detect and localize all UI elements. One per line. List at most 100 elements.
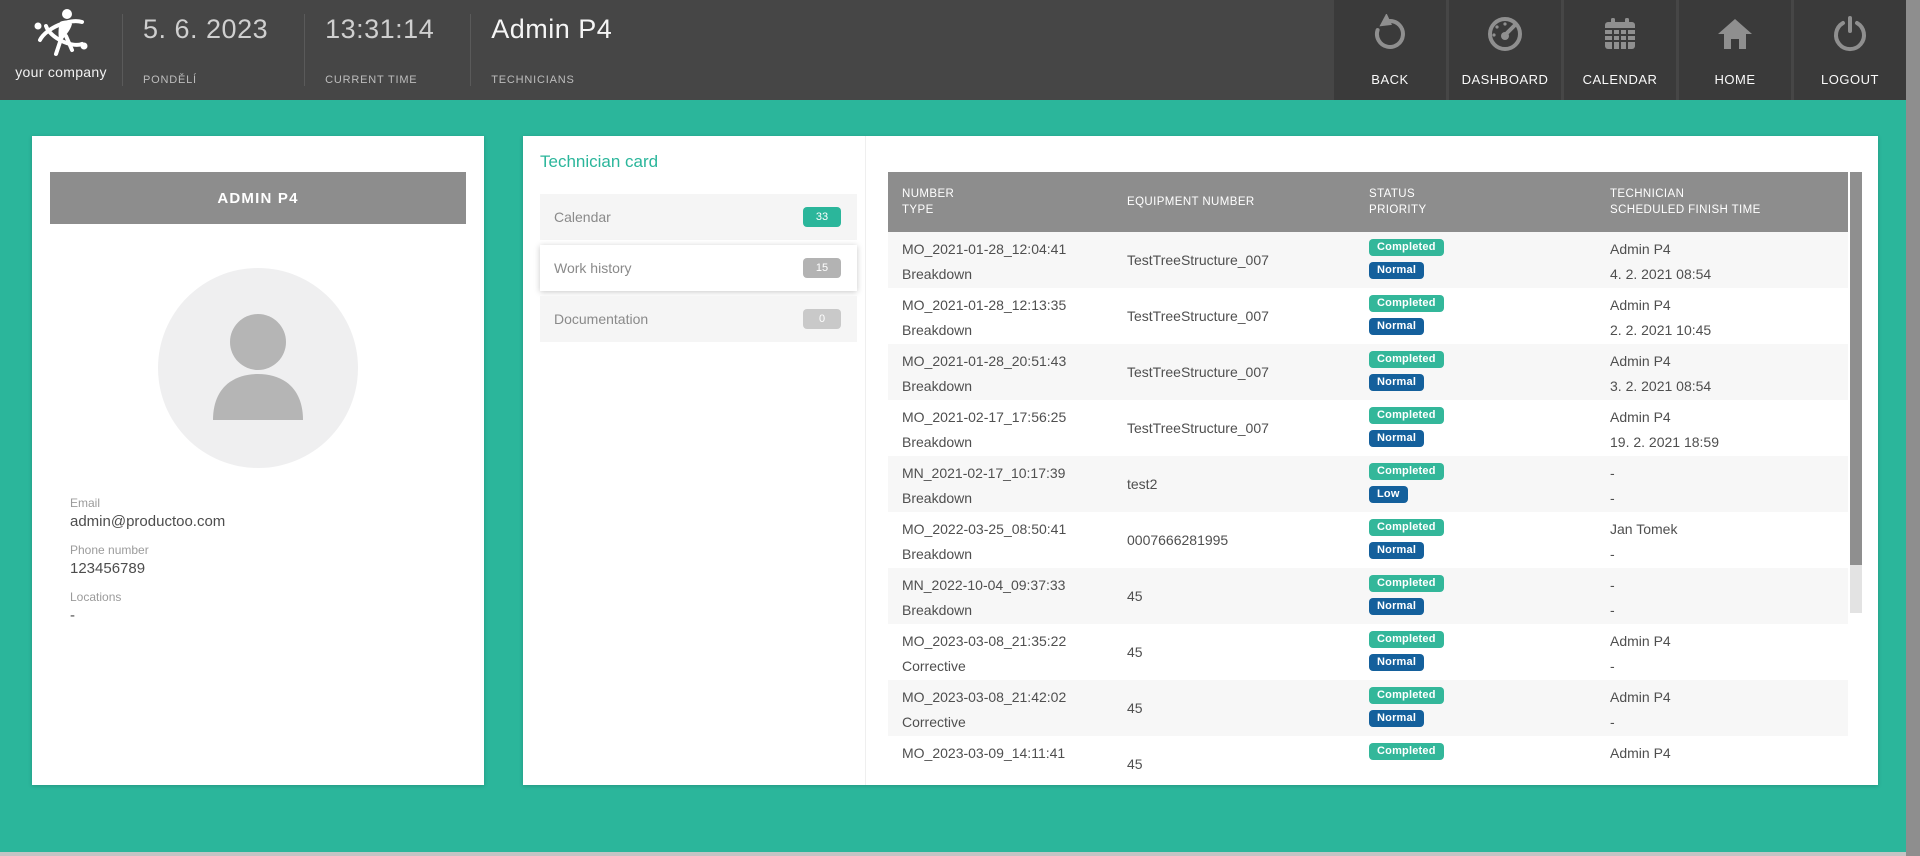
status-badge: Completed	[1369, 743, 1444, 760]
work-order-type: Breakdown	[902, 545, 1113, 564]
number-type-cell: MN_2021-02-17_10:17:39 Breakdown	[888, 456, 1113, 512]
technician-name: Admin P4	[1610, 240, 1848, 259]
status-priority-cell: Completed Normal	[1355, 512, 1596, 568]
scheduled-finish-time: -	[1610, 657, 1848, 676]
nav-item-calendar[interactable]: Calendar 33	[540, 194, 857, 240]
table-row[interactable]: MN_2022-10-04_09:37:33 Breakdown 45 Comp…	[888, 568, 1848, 624]
table-header-row: NUMBER TYPE EQUIPMENT NUMBER STATUS PRIO…	[888, 172, 1848, 232]
technician-finish-cell: - -	[1596, 568, 1848, 624]
number-type-cell: MO_2023-03-09_14:11:41	[888, 736, 1113, 785]
table-row[interactable]: MO_2021-01-28_12:04:41 Breakdown TestTre…	[888, 232, 1848, 288]
back-button-label: BACK	[1371, 72, 1408, 87]
work-order-number: MO_2021-01-28_12:04:41	[902, 240, 1113, 259]
status-priority-cell: Completed Normal	[1355, 400, 1596, 456]
work-order-number: MO_2022-03-25_08:50:41	[902, 520, 1113, 539]
dashboard-button-label: DASHBOARD	[1462, 72, 1549, 87]
equipment-number-cell: 45	[1113, 568, 1355, 624]
table-row[interactable]: MO_2023-03-08_21:42:02 Corrective 45 Com…	[888, 680, 1848, 736]
home-button[interactable]: HOME	[1679, 0, 1791, 100]
scheduled-finish-time: -	[1610, 601, 1848, 620]
time-block: 13:31:14 CURRENT TIME	[305, 0, 470, 100]
equipment-number-cell: TestTreeStructure_007	[1113, 232, 1355, 288]
nav-item-documentation[interactable]: Documentation 0	[540, 296, 857, 342]
column-header-line: SCHEDULED FINISH TIME	[1610, 204, 1848, 216]
table-scrollbar-thumb[interactable]	[1850, 172, 1862, 565]
work-order-number: MO_2023-03-09_14:11:41	[902, 744, 1113, 763]
dashboard-button[interactable]: DASHBOARD	[1449, 0, 1561, 100]
phone-label: Phone number	[70, 543, 484, 557]
calendar-button-label: CALENDAR	[1583, 72, 1658, 87]
status-badge: Completed	[1369, 463, 1444, 480]
technician-name: Jan Tomek	[1610, 520, 1848, 539]
table-row[interactable]: MO_2021-02-17_17:56:25 Breakdown TestTre…	[888, 400, 1848, 456]
home-button-label: HOME	[1715, 72, 1756, 87]
column-header-status-priority: STATUS PRIORITY	[1355, 172, 1596, 232]
technician-finish-cell: Admin P4	[1596, 736, 1848, 785]
work-order-type: Breakdown	[902, 489, 1113, 508]
technician-card-title: Technician card	[540, 152, 865, 172]
table-scrollbar-track	[1850, 565, 1862, 613]
priority-badge: Normal	[1369, 542, 1424, 559]
table-row[interactable]: MO_2023-03-08_21:35:22 Corrective 45 Com…	[888, 624, 1848, 680]
logout-button[interactable]: LOGOUT	[1794, 0, 1906, 100]
status-badge: Completed	[1369, 575, 1444, 592]
locations-label: Locations	[70, 590, 484, 604]
column-header-line: STATUS	[1369, 188, 1596, 200]
logout-button-label: LOGOUT	[1821, 72, 1879, 87]
status-badge: Completed	[1369, 631, 1444, 648]
status-priority-cell: Completed Normal	[1355, 344, 1596, 400]
table-row[interactable]: MO_2021-01-28_20:51:43 Breakdown TestTre…	[888, 344, 1848, 400]
number-type-cell: MO_2023-03-08_21:42:02 Corrective	[888, 680, 1113, 736]
calendar-button[interactable]: CALENDAR	[1564, 0, 1676, 100]
number-type-cell: MO_2021-01-28_12:04:41 Breakdown	[888, 232, 1113, 288]
scheduled-finish-time: 4. 2. 2021 08:54	[1610, 265, 1848, 284]
technician-name: -	[1610, 576, 1848, 595]
technician-finish-cell: Admin P4 4. 2. 2021 08:54	[1596, 232, 1848, 288]
browser-scrollbar[interactable]	[1906, 0, 1920, 856]
priority-badge: Normal	[1369, 318, 1424, 335]
company-logo[interactable]: your company	[0, 0, 122, 100]
back-button[interactable]: BACK	[1334, 0, 1446, 100]
work-order-number: MO_2021-02-17_17:56:25	[902, 408, 1113, 427]
status-badge: Completed	[1369, 351, 1444, 368]
status-priority-cell: Completed Normal	[1355, 680, 1596, 736]
technician-finish-cell: Admin P4 19. 2. 2021 18:59	[1596, 400, 1848, 456]
scheduled-finish-time: 19. 2. 2021 18:59	[1610, 433, 1848, 452]
home-icon	[1715, 14, 1755, 54]
table-row[interactable]: MO_2022-03-25_08:50:41 Breakdown 0007666…	[888, 512, 1848, 568]
phone-value: 123456789	[70, 560, 484, 577]
scheduled-finish-time: 3. 2. 2021 08:54	[1610, 377, 1848, 396]
scheduled-finish-time: -	[1610, 489, 1848, 508]
work-order-number: MO_2021-01-28_12:13:35	[902, 296, 1113, 315]
column-header-line: TYPE	[902, 204, 1113, 216]
work-history-rows: MO_2021-01-28_12:04:41 Breakdown TestTre…	[888, 232, 1848, 785]
date-block: 5. 6. 2023 PONDĚLÍ	[123, 0, 304, 100]
equipment-number-cell: TestTreeStructure_007	[1113, 400, 1355, 456]
number-type-cell: MO_2021-02-17_17:56:25 Breakdown	[888, 400, 1113, 456]
status-priority-cell: Completed Normal	[1355, 624, 1596, 680]
avatar	[158, 268, 358, 468]
scheduled-finish-time: -	[1610, 545, 1848, 564]
number-type-cell: MO_2021-01-28_20:51:43 Breakdown	[888, 344, 1113, 400]
status-badge: Completed	[1369, 239, 1444, 256]
priority-badge: Normal	[1369, 710, 1424, 727]
logo-icon	[30, 6, 92, 62]
technician-name: -	[1610, 464, 1848, 483]
status-priority-cell: Completed	[1355, 736, 1596, 785]
technician-name: Admin P4	[1610, 632, 1848, 651]
technician-finish-cell: - -	[1596, 456, 1848, 512]
technician-name: Admin P4	[1610, 744, 1848, 763]
table-row[interactable]: MO_2023-03-09_14:11:41 45 Completed Admi…	[888, 736, 1848, 785]
email-label: Email	[70, 496, 484, 510]
number-type-cell: MN_2022-10-04_09:37:33 Breakdown	[888, 568, 1113, 624]
table-row[interactable]: MN_2021-02-17_10:17:39 Breakdown test2 C…	[888, 456, 1848, 512]
calendar-icon	[1600, 14, 1640, 54]
calendar-count-badge: 33	[803, 207, 841, 227]
number-type-cell: MO_2022-03-25_08:50:41 Breakdown	[888, 512, 1113, 568]
table-scrollbar[interactable]	[1850, 172, 1862, 775]
table-row[interactable]: MO_2021-01-28_12:13:35 Breakdown TestTre…	[888, 288, 1848, 344]
technician-name-header: ADMIN P4	[50, 172, 466, 224]
equipment-number-cell: 45	[1113, 736, 1355, 785]
nav-item-work-history[interactable]: Work history 15	[540, 245, 857, 291]
technician-profile-card: ADMIN P4 Email admin@productoo.com Phone…	[32, 136, 484, 785]
